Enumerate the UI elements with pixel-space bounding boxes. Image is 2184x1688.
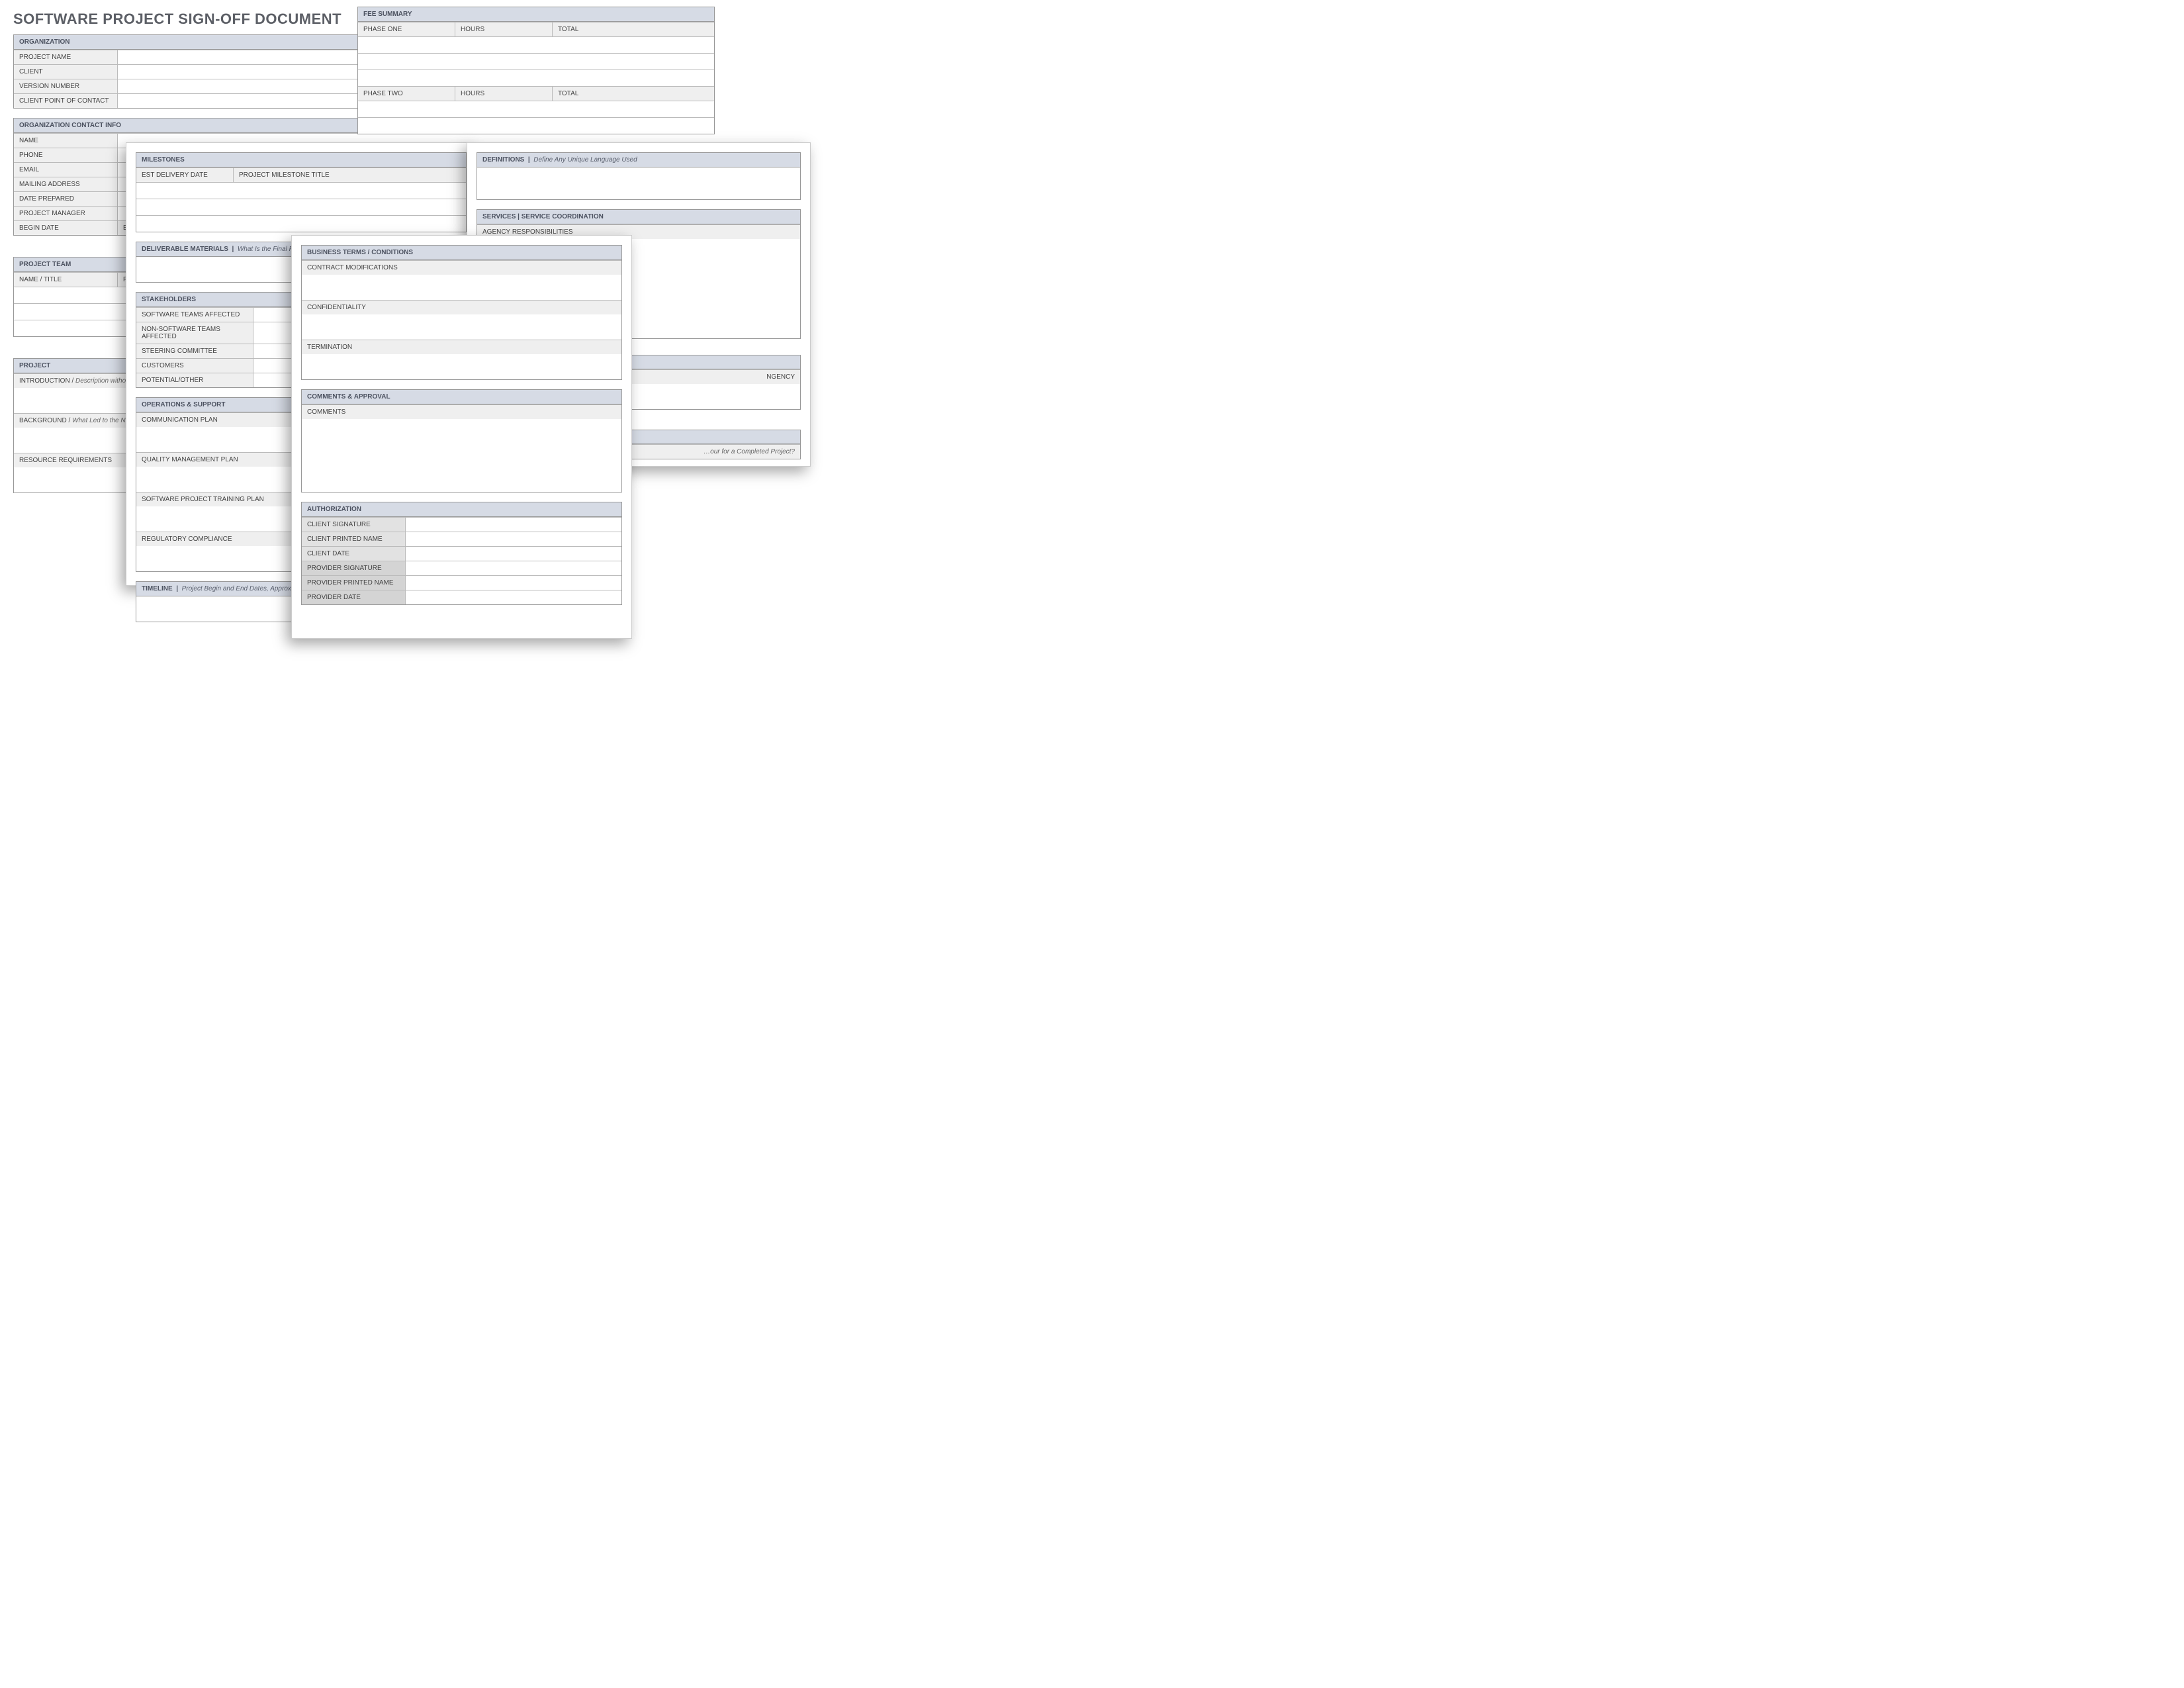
definitions-section: DEFINITIONS | Define Any Unique Language… xyxy=(477,152,801,200)
org-poc-field[interactable] xyxy=(118,94,370,108)
org-version-field[interactable] xyxy=(118,79,370,93)
auth-prov-sig-field[interactable] xyxy=(406,561,621,575)
document-stage: SOFTWARE PROJECT SIGN-OFF DOCUMENT ORGAN… xyxy=(0,0,810,626)
auth-section: AUTHORIZATION CLIENT SIGNATURE CLIENT PR… xyxy=(301,502,622,605)
auth-prov-name-label: PROVIDER PRINTED NAME xyxy=(302,576,406,590)
page-4: BUSINESS TERMS / CONDITIONS CONTRACT MOD… xyxy=(291,235,632,639)
terms-term-field[interactable] xyxy=(302,354,621,379)
team-col-name: NAME / TITLE xyxy=(14,273,118,287)
contact-date-label: DATE PREPARED xyxy=(14,192,118,206)
fee-phase1-label: PHASE ONE xyxy=(358,23,455,36)
fee-row[interactable] xyxy=(358,101,714,117)
fee-section: FEE SUMMARY PHASE ONE HOURS TOTAL PHASE … xyxy=(357,7,715,134)
stake-cust-label: CUSTOMERS xyxy=(136,359,253,373)
auth-prov-date-field[interactable] xyxy=(406,590,621,604)
terms-mods-field[interactable] xyxy=(302,275,621,300)
stake-other-label: POTENTIAL/OTHER xyxy=(136,373,253,387)
fee-row[interactable] xyxy=(358,53,714,70)
milestone-row[interactable] xyxy=(136,199,466,215)
organization-header: ORGANIZATION xyxy=(14,35,370,50)
milestones-section: MILESTONES EST DELIVERY DATE PROJECT MIL… xyxy=(136,152,467,232)
organization-section: ORGANIZATION PROJECT NAME CLIENT VERSION… xyxy=(13,34,371,109)
stake-nonsw-label: NON-SOFTWARE TEAMS AFFECTED xyxy=(136,322,253,344)
milestone-col-title: PROJECT MILESTONE TITLE xyxy=(234,168,466,182)
document-title: SOFTWARE PROJECT SIGN-OFF DOCUMENT xyxy=(13,7,371,34)
comments-section: COMMENTS & APPROVAL COMMENTS xyxy=(301,389,622,492)
milestone-col-date: EST DELIVERY DATE xyxy=(136,168,234,182)
org-project-name-label: PROJECT NAME xyxy=(14,50,118,64)
contact-name-label: NAME xyxy=(14,134,118,148)
fee-row[interactable] xyxy=(358,117,714,134)
contact-pm-label: PROJECT MANAGER xyxy=(14,207,118,220)
fee-row[interactable] xyxy=(358,70,714,86)
contact-phone-label: PHONE xyxy=(14,148,118,162)
fee-hours-label: HOURS xyxy=(455,23,553,36)
org-client-label: CLIENT xyxy=(14,65,118,79)
terms-term-label: TERMINATION xyxy=(302,340,621,354)
services-header: SERVICES | SERVICE COORDINATION xyxy=(477,210,800,224)
auth-client-date-field[interactable] xyxy=(406,547,621,561)
auth-header: AUTHORIZATION xyxy=(302,502,621,517)
definitions-field[interactable] xyxy=(477,167,800,199)
auth-client-sig-label: CLIENT SIGNATURE xyxy=(302,518,406,532)
auth-prov-sig-label: PROVIDER SIGNATURE xyxy=(302,561,406,575)
contact-header: ORGANIZATION CONTACT INFO xyxy=(14,118,370,133)
auth-client-date-label: CLIENT DATE xyxy=(302,547,406,561)
auth-client-name-label: CLIENT PRINTED NAME xyxy=(302,532,406,546)
fee-total2-label: TOTAL xyxy=(553,87,714,101)
milestones-header: MILESTONES xyxy=(136,153,466,167)
org-poc-label: CLIENT POINT OF CONTACT xyxy=(14,94,118,108)
terms-conf-label: CONFIDENTIALITY xyxy=(302,300,621,314)
fee-hours2-label: HOURS xyxy=(455,87,553,101)
auth-client-sig-field[interactable] xyxy=(406,518,621,532)
comments-label: COMMENTS xyxy=(302,404,621,419)
auth-prov-date-label: PROVIDER DATE xyxy=(302,590,406,604)
terms-section: BUSINESS TERMS / CONDITIONS CONTRACT MOD… xyxy=(301,245,622,380)
comments-header: COMMENTS & APPROVAL xyxy=(302,390,621,404)
contact-begin-label: BEGIN DATE xyxy=(14,221,118,235)
fee-row[interactable] xyxy=(358,36,714,53)
auth-prov-name-field[interactable] xyxy=(406,576,621,590)
fee-header: FEE SUMMARY xyxy=(358,7,714,22)
stake-steer-label: STEERING COMMITTEE xyxy=(136,344,253,358)
milestone-row[interactable] xyxy=(136,182,466,199)
fee-total-label: TOTAL xyxy=(553,23,714,36)
org-project-name-field[interactable] xyxy=(118,50,370,64)
fee-phase2-label: PHASE TWO xyxy=(358,87,455,101)
comments-field[interactable] xyxy=(302,419,621,492)
org-version-label: VERSION NUMBER xyxy=(14,79,118,93)
terms-mods-label: CONTRACT MODIFICATIONS xyxy=(302,260,621,275)
terms-conf-field[interactable] xyxy=(302,314,621,340)
terms-header: BUSINESS TERMS / CONDITIONS xyxy=(302,246,621,260)
definitions-header: DEFINITIONS | Define Any Unique Language… xyxy=(477,153,800,167)
stake-sw-label: SOFTWARE TEAMS AFFECTED xyxy=(136,308,253,322)
contact-mail-label: MAILING ADDRESS xyxy=(14,177,118,191)
contact-email-label: EMAIL xyxy=(14,163,118,177)
auth-client-name-field[interactable] xyxy=(406,532,621,546)
org-client-field[interactable] xyxy=(118,65,370,79)
milestone-row[interactable] xyxy=(136,215,466,232)
